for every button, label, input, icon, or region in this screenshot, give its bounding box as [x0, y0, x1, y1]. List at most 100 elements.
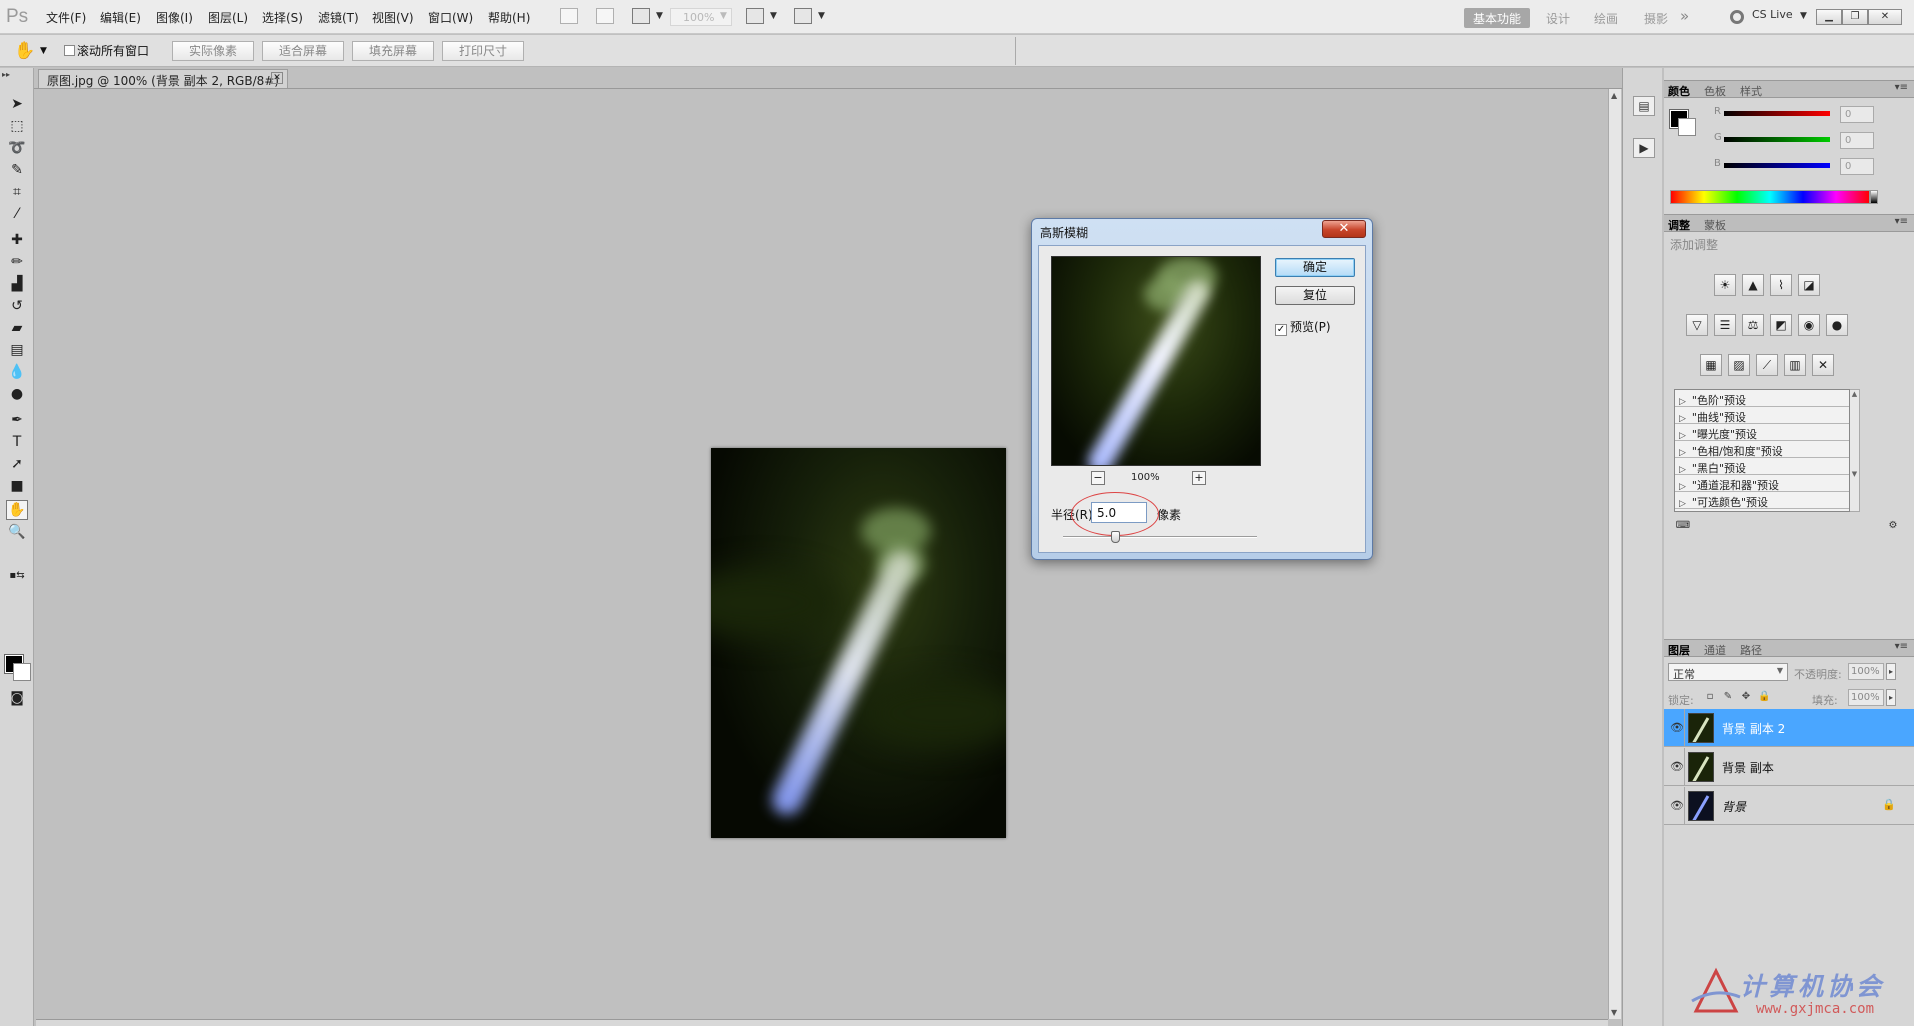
- expand-triangle-icon[interactable]: ▷: [1679, 431, 1686, 441]
- threshold-icon[interactable]: ⟋: [1756, 354, 1778, 376]
- layer-row-background-copy[interactable]: 👁 背景 副本: [1664, 748, 1914, 786]
- menu-layer[interactable]: 图层(L): [208, 9, 248, 26]
- cs-live-button[interactable]: CS Live: [1752, 8, 1793, 21]
- tab-styles[interactable]: 样式: [1740, 83, 1762, 99]
- ok-button[interactable]: 确定: [1275, 258, 1355, 277]
- tab-swatches[interactable]: 色板: [1704, 83, 1726, 99]
- preset-black-white[interactable]: ▷ "黑白"预设: [1675, 458, 1849, 475]
- presets-scrollbar[interactable]: ▲ ▼: [1850, 389, 1860, 512]
- expand-triangle-icon[interactable]: ▷: [1679, 414, 1686, 424]
- blue-track[interactable]: [1724, 163, 1830, 168]
- menu-filter[interactable]: 滤镜(T): [318, 9, 359, 26]
- posterize-icon[interactable]: ▨: [1728, 354, 1750, 376]
- workspace-essentials[interactable]: 基本功能: [1464, 8, 1530, 28]
- eye-icon[interactable]: 👁: [1670, 721, 1684, 734]
- tool-preset-caret-icon[interactable]: ▼: [40, 46, 47, 56]
- view-extras-icon[interactable]: [632, 8, 650, 24]
- panel-menu-icon[interactable]: ▾≡: [1895, 82, 1908, 93]
- fill-input[interactable]: 100%: [1848, 689, 1884, 706]
- black-white-ramp[interactable]: [1870, 190, 1878, 204]
- zoom-out-button[interactable]: −: [1091, 471, 1105, 485]
- vertical-scrollbar[interactable]: ▲ ▼: [1608, 89, 1621, 1019]
- radius-slider-thumb[interactable]: [1111, 531, 1121, 543]
- green-track[interactable]: [1724, 137, 1830, 142]
- reset-button[interactable]: 复位: [1275, 286, 1355, 305]
- selective-color-icon[interactable]: ✕: [1812, 354, 1834, 376]
- tab-color[interactable]: 颜色: [1668, 83, 1690, 99]
- fit-screen-button[interactable]: 适合屏幕: [262, 41, 344, 61]
- tab-layers[interactable]: 图层: [1668, 642, 1690, 658]
- blur-tool-icon[interactable]: 💧: [6, 362, 28, 382]
- cs-live-caret-icon[interactable]: ▼: [1800, 11, 1807, 21]
- channel-mixer-icon[interactable]: ●: [1826, 314, 1848, 336]
- menu-select[interactable]: 选择(S): [262, 9, 303, 26]
- preview-checkbox[interactable]: ✓ 预览(P): [1275, 318, 1331, 336]
- opacity-input[interactable]: 100%: [1848, 663, 1884, 680]
- exposure-icon[interactable]: ◪: [1798, 274, 1820, 296]
- blend-mode-select[interactable]: 正常 ▼: [1668, 663, 1788, 681]
- toolbox-collapse-icon[interactable]: ▸▸: [2, 70, 10, 79]
- close-app-button[interactable]: ✕: [1868, 9, 1902, 25]
- menu-edit[interactable]: 编辑(E): [100, 9, 141, 26]
- levels-icon[interactable]: ▲: [1742, 274, 1764, 296]
- close-icon[interactable]: ✕: [1322, 220, 1366, 238]
- blur-preview-image[interactable]: [1051, 256, 1261, 466]
- background-color-swatch[interactable]: [13, 663, 31, 681]
- eye-icon[interactable]: 👁: [1670, 799, 1684, 812]
- arrange-documents-icon[interactable]: [746, 8, 764, 24]
- zoom-in-button[interactable]: +: [1192, 471, 1206, 485]
- expand-triangle-icon[interactable]: ▷: [1679, 448, 1686, 458]
- quick-selection-tool-icon[interactable]: ✎: [6, 160, 28, 180]
- menu-window[interactable]: 窗口(W): [428, 9, 473, 26]
- document-image[interactable]: [711, 448, 1006, 838]
- mini-bridge-icon[interactable]: [596, 8, 614, 24]
- actual-pixels-button[interactable]: 实际像素: [172, 41, 254, 61]
- red-slider[interactable]: R 0: [1714, 106, 1914, 124]
- crop-tool-icon[interactable]: ⌗: [6, 182, 28, 202]
- menu-file[interactable]: 文件(F): [46, 9, 86, 26]
- clone-stamp-tool-icon[interactable]: ▟: [6, 274, 28, 294]
- print-size-button[interactable]: 打印尺寸: [442, 41, 524, 61]
- eyedropper-tool-icon[interactable]: ⁄: [6, 204, 28, 224]
- fill-slider-arrow-icon[interactable]: ▸: [1886, 689, 1896, 706]
- gradient-map-icon[interactable]: ▥: [1784, 354, 1806, 376]
- minimize-button[interactable]: ▁: [1816, 9, 1842, 25]
- scroll-all-windows-checkbox[interactable]: 滚动所有窗口: [64, 42, 152, 60]
- brightness-contrast-icon[interactable]: ☀: [1714, 274, 1736, 296]
- tab-adjustments[interactable]: 调整: [1668, 217, 1690, 233]
- preset-channel-mixer[interactable]: ▷ "通道混和器"预设: [1675, 475, 1849, 492]
- lock-position-icon[interactable]: ✥: [1740, 691, 1752, 703]
- arrange-caret-icon[interactable]: ▼: [770, 11, 777, 21]
- type-tool-icon[interactable]: T: [6, 432, 28, 452]
- adjustment-options-icon[interactable]: ⚙: [1884, 520, 1902, 534]
- healing-brush-tool-icon[interactable]: ✚: [6, 230, 28, 250]
- expand-triangle-icon[interactable]: ▷: [1679, 397, 1686, 407]
- tab-paths[interactable]: 路径: [1740, 642, 1762, 658]
- layer-row-background-copy-2[interactable]: 👁 背景 副本 2: [1664, 709, 1914, 747]
- checkmark-icon[interactable]: ✓: [1275, 324, 1287, 336]
- zoom-tool-icon[interactable]: 🔍: [6, 522, 28, 542]
- color-spectrum-bar[interactable]: [1670, 190, 1870, 204]
- preset-selective-color[interactable]: ▷ "可选颜色"预设: [1675, 492, 1849, 509]
- panel-menu-icon[interactable]: ▾≡: [1895, 641, 1908, 652]
- tab-masks[interactable]: 蒙板: [1704, 217, 1726, 233]
- preset-exposure[interactable]: ▷ "曝光度"预设: [1675, 424, 1849, 441]
- black-white-icon[interactable]: ◩: [1770, 314, 1792, 336]
- hue-saturation-icon[interactable]: ☰: [1714, 314, 1736, 336]
- photo-filter-icon[interactable]: ◉: [1798, 314, 1820, 336]
- shape-tool-icon[interactable]: ■: [6, 476, 28, 496]
- actions-panel-icon[interactable]: ▶: [1633, 138, 1655, 158]
- workspace-design[interactable]: 设计: [1546, 8, 1570, 28]
- bridge-icon[interactable]: [560, 8, 578, 24]
- green-value-input[interactable]: 0: [1840, 132, 1874, 149]
- menu-image[interactable]: 图像(I): [156, 9, 193, 26]
- return-to-list-icon[interactable]: ⌨: [1674, 520, 1692, 534]
- invert-icon[interactable]: ▦: [1700, 354, 1722, 376]
- default-colors-icon[interactable]: ▪⇆: [6, 566, 28, 586]
- hand-tool-preset-icon[interactable]: ✋: [14, 41, 35, 61]
- radius-slider-track[interactable]: [1063, 536, 1257, 538]
- layer-row-background[interactable]: 👁 背景 🔒: [1664, 787, 1914, 825]
- lock-all-icon[interactable]: 🔒: [1758, 691, 1770, 703]
- panel-menu-icon[interactable]: ▾≡: [1895, 216, 1908, 227]
- workspace-photography[interactable]: 摄影: [1644, 8, 1668, 28]
